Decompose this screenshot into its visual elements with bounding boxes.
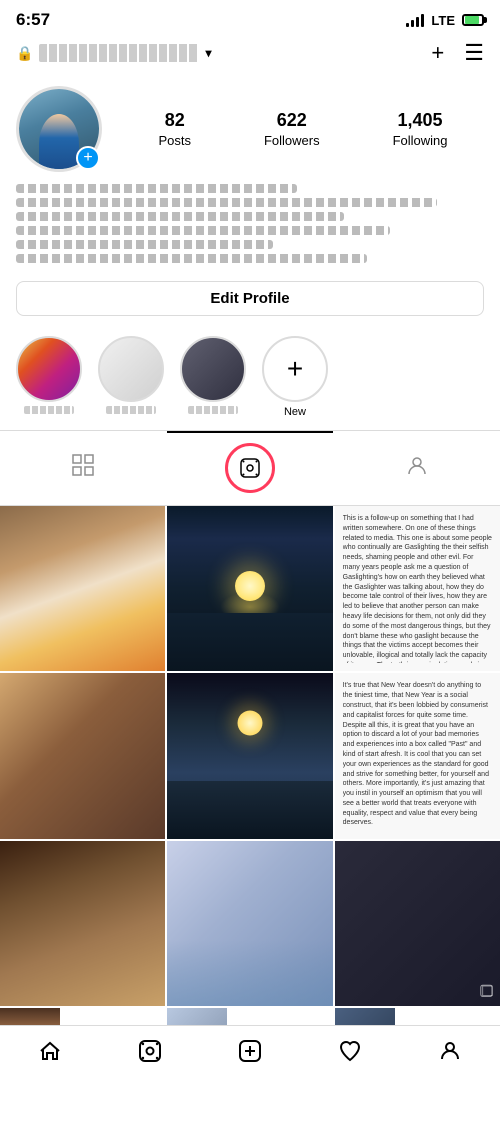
battery-icon — [462, 14, 484, 26]
nav-home[interactable] — [25, 1036, 75, 1066]
followers-count: 622 — [277, 110, 307, 132]
signal-icon — [406, 13, 424, 27]
grid-icon — [72, 454, 94, 482]
menu-button[interactable]: ☰ — [464, 40, 484, 66]
chevron-down-icon[interactable]: ▾ — [205, 46, 211, 60]
profile-nav-icon — [438, 1039, 462, 1063]
highlight-item-3[interactable] — [180, 336, 246, 418]
highlight-add[interactable]: + New — [262, 336, 328, 418]
highlight-label-3 — [188, 406, 238, 414]
grid-cell-2[interactable] — [167, 506, 332, 671]
grid-cell-9[interactable]: ◻ — [335, 841, 500, 1006]
highlight-circle-3[interactable] — [180, 336, 246, 402]
tab-bar — [0, 430, 500, 506]
nav-reels[interactable] — [125, 1036, 175, 1066]
grid-cell-6[interactable]: It's true that New Year doesn't do anyth… — [335, 673, 500, 838]
edit-profile-button[interactable]: Edit Profile — [16, 281, 484, 316]
reels-active-ring — [225, 443, 275, 493]
status-time: 6:57 — [16, 10, 50, 30]
tab-reels[interactable] — [167, 431, 334, 505]
status-icons: LTE — [406, 13, 484, 28]
grid-cell-7[interactable] — [0, 841, 165, 1006]
highlight-circle-2[interactable] — [98, 336, 164, 402]
heart-nav-icon — [338, 1039, 362, 1063]
grid-cell-8[interactable] — [167, 841, 332, 1006]
header: 🔒 ▾ + ☰ — [0, 36, 500, 74]
header-username-area[interactable]: 🔒 ▾ — [16, 44, 211, 62]
avatar-container[interactable]: + — [16, 86, 102, 172]
following-label: Following — [393, 133, 448, 148]
posts-count: 82 — [165, 110, 185, 132]
reels-nav-icon — [138, 1039, 162, 1063]
followers-label: Followers — [264, 133, 320, 148]
lte-label: LTE — [431, 13, 455, 28]
grid-cell-1[interactable] — [0, 506, 165, 671]
following-stat[interactable]: 1,405 Following — [393, 110, 448, 149]
highlight-label-2 — [106, 406, 156, 414]
posts-label: Posts — [158, 133, 191, 148]
followers-stat[interactable]: 622 Followers — [264, 110, 320, 149]
following-count: 1,405 — [398, 110, 443, 132]
highlight-add-label: New — [284, 406, 306, 418]
grid-cell-5[interactable] — [167, 673, 332, 838]
status-bar: 6:57 LTE — [0, 0, 500, 36]
home-icon — [38, 1039, 62, 1063]
nav-profile[interactable] — [425, 1036, 475, 1066]
bottom-nav — [0, 1025, 500, 1082]
highlight-label-1 — [24, 406, 74, 414]
highlight-item-1[interactable] — [16, 336, 82, 418]
bio-text — [16, 184, 484, 263]
highlight-add-circle[interactable]: + — [262, 336, 328, 402]
nav-heart[interactable] — [325, 1036, 375, 1066]
add-story-badge[interactable]: + — [76, 146, 100, 170]
grid-cell-4[interactable] — [0, 673, 165, 838]
lock-icon: 🔒 — [16, 45, 33, 62]
add-post-button[interactable]: + — [431, 40, 444, 66]
username-display — [39, 44, 199, 62]
tab-grid[interactable] — [0, 431, 167, 505]
bio-section — [0, 180, 500, 273]
posts-stat[interactable]: 82 Posts — [158, 110, 191, 149]
tagged-icon — [406, 454, 428, 482]
photo-grid: This is a follow-up on something that I … — [0, 506, 500, 1068]
grid-text-1: This is a follow-up on something that I … — [343, 514, 492, 663]
highlight-item-2[interactable] — [98, 336, 164, 418]
add-nav-icon — [238, 1039, 262, 1063]
stats-row: 82 Posts 622 Followers 1,405 Following — [122, 110, 484, 149]
grid-cell-3[interactable]: This is a follow-up on something that I … — [335, 506, 500, 671]
grid-text-2: It's true that New Year doesn't do anyth… — [343, 681, 492, 828]
nav-add[interactable] — [225, 1036, 275, 1066]
header-actions: + ☰ — [431, 40, 484, 66]
tab-tagged[interactable] — [333, 431, 500, 505]
highlight-circle-1[interactable] — [16, 336, 82, 402]
profile-section: + 82 Posts 622 Followers 1,405 Following — [0, 74, 500, 180]
highlights-row: + New — [0, 328, 500, 430]
